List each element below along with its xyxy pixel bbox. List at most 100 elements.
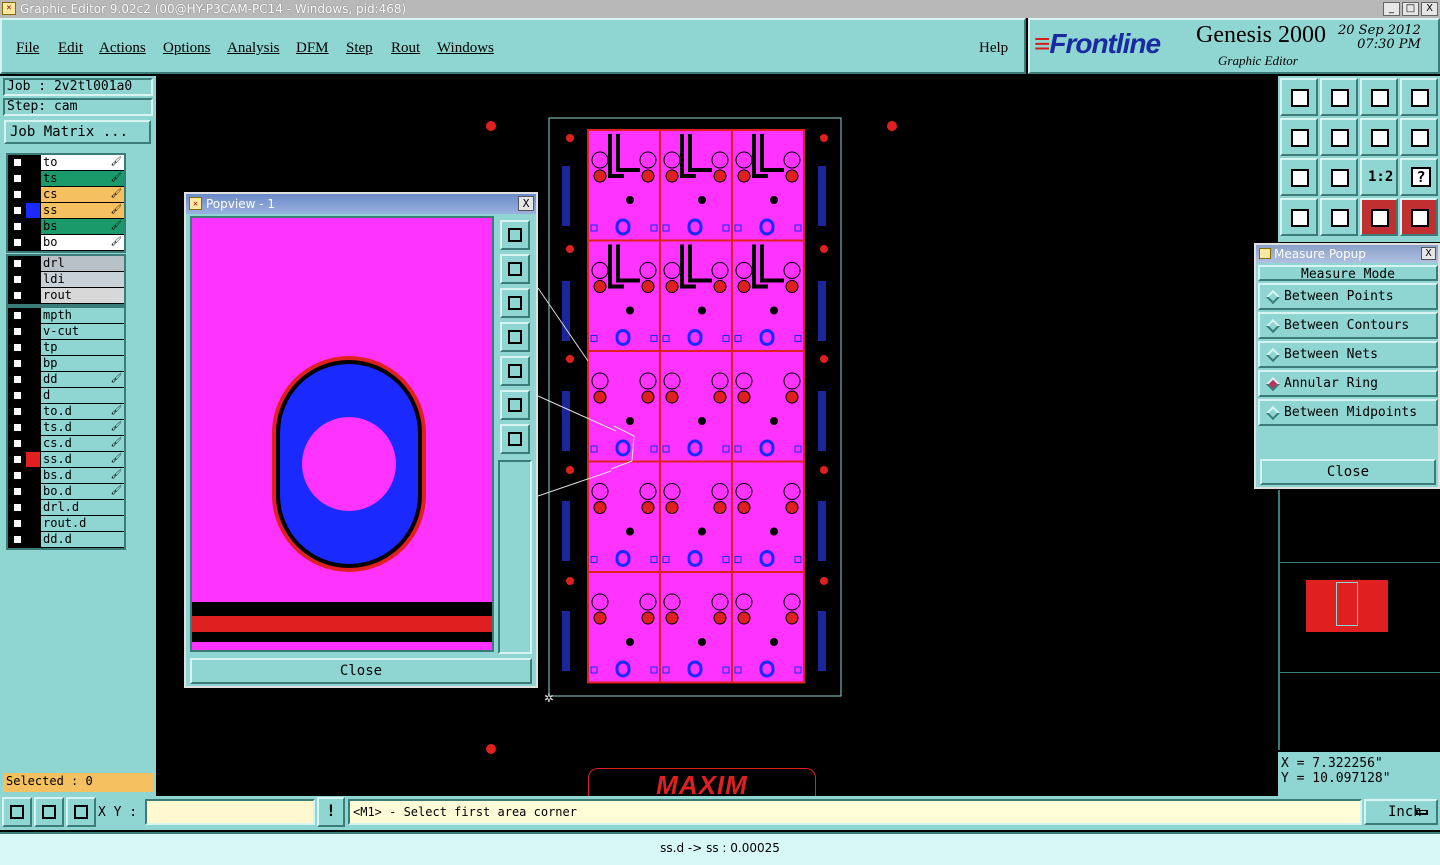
fit-screen-button[interactable] (1280, 158, 1318, 196)
popview-close-x-button[interactable]: X (518, 196, 534, 211)
layer-checkbox[interactable] (12, 189, 23, 200)
layer-row-cs[interactable]: cs 🖌 (8, 187, 124, 203)
layer-checkbox[interactable] (12, 342, 23, 353)
measure-close-button[interactable]: Close (1260, 459, 1436, 485)
layer-checkbox[interactable] (12, 502, 23, 513)
menu-analysis[interactable]: Analysis (227, 40, 280, 57)
alert-button[interactable]: ! (317, 797, 345, 827)
zoom-ratio-button[interactable]: 1:2 (1360, 158, 1398, 196)
layer-checkbox[interactable] (12, 237, 23, 248)
layer-row-bo[interactable]: bo 🖌 (8, 235, 124, 251)
help-button[interactable]: ? (1400, 158, 1438, 196)
snap-toggle-button[interactable] (34, 797, 64, 827)
layer-row-d[interactable]: d (8, 388, 124, 404)
layer-row-dd[interactable]: dd 🖌 (8, 372, 124, 388)
popview-zoom-out-button[interactable] (500, 424, 530, 454)
layer-checkbox[interactable] (12, 534, 23, 545)
snap-mode-button[interactable] (2, 797, 32, 827)
layer-row-ss[interactable]: ss 🖌 (8, 203, 124, 219)
zoom-down-button[interactable] (1320, 78, 1358, 116)
menu-rout[interactable]: Rout (391, 40, 420, 57)
layer-checkbox[interactable] (12, 486, 23, 497)
measure-option-between-midpoints[interactable]: Between Midpoints (1258, 399, 1438, 426)
xy-input[interactable] (145, 799, 315, 825)
layer-checkbox[interactable] (12, 157, 23, 168)
job-matrix-button[interactable]: Job Matrix ... (4, 120, 151, 144)
zoom-center-button[interactable] (1320, 158, 1358, 196)
popview-zoom-window-button[interactable] (500, 220, 530, 250)
layer-row-bs.d[interactable]: bs.d 🖌 (8, 468, 124, 484)
overview-panel[interactable] (1278, 490, 1440, 750)
menu-options[interactable]: Options (163, 40, 211, 57)
layer-checkbox[interactable] (12, 454, 23, 465)
layer-row-bp[interactable]: bp (8, 356, 124, 372)
measure-option-between-nets[interactable]: Between Nets (1258, 341, 1438, 368)
grid-snap-button[interactable] (66, 797, 96, 827)
layer-checkbox[interactable] (12, 390, 23, 401)
close-window-button[interactable]: X (1421, 2, 1438, 16)
layer-row-rout.d[interactable]: rout.d (8, 516, 124, 532)
popview-window[interactable]: Popview - 1 ✕ X Close (184, 192, 538, 688)
layer-row-cs.d[interactable]: cs.d 🖌 (8, 436, 124, 452)
layer-row-drl.d[interactable]: drl.d (8, 500, 124, 516)
layer-row-drl[interactable]: drl (8, 256, 124, 272)
menu-edit[interactable]: Edit (58, 40, 83, 57)
layer-checkbox[interactable] (12, 173, 23, 184)
layer-checkbox[interactable] (12, 358, 23, 369)
layer-row-mpth[interactable]: mpth (8, 308, 124, 324)
layer-checkbox[interactable] (12, 274, 23, 285)
measure-option-annular-ring[interactable]: Annular Ring (1258, 370, 1438, 397)
layer-checkbox[interactable] (12, 374, 23, 385)
popview-pan-left-button[interactable] (500, 322, 530, 352)
layer-row-ss.d[interactable]: ss.d 🖌 (8, 452, 124, 468)
measure-option-between-contours[interactable]: Between Contours (1258, 312, 1438, 339)
home-button[interactable] (1360, 78, 1398, 116)
popview-pan-down-button[interactable] (500, 288, 530, 318)
layer-row-bo.d[interactable]: bo.d 🖌 (8, 484, 124, 500)
measure-popup[interactable]: Measure Popup X Measure Mode Between Poi… (1254, 243, 1440, 489)
layer-checkbox[interactable] (12, 470, 23, 481)
window-split-button[interactable] (1400, 78, 1438, 116)
window-title-bar[interactable]: Graphic Editor 9.02c2 (00@HY-P3CAM-PC14 … (0, 0, 1440, 18)
layer-row-to.d[interactable]: to.d 🖌 (8, 404, 124, 420)
menu-windows[interactable]: Windows (437, 40, 494, 57)
layer-row-ts[interactable]: ts 🖌 (8, 171, 124, 187)
popview-close-button[interactable]: Close (190, 658, 532, 684)
popview-pan-right-button[interactable] (500, 356, 530, 386)
layer-checkbox[interactable] (12, 406, 23, 417)
measure-option-between-points[interactable]: Between Points (1258, 283, 1438, 310)
net-highlight-button[interactable] (1360, 198, 1398, 236)
layer-checkbox[interactable] (12, 205, 23, 216)
menu-help[interactable]: Help (979, 40, 1008, 57)
pan-right-button[interactable] (1320, 118, 1358, 156)
layer-checkbox[interactable] (12, 221, 23, 232)
swap-button[interactable] (1360, 118, 1398, 156)
measure-close-x-button[interactable]: X (1421, 247, 1436, 260)
layer-row-v-cut[interactable]: v-cut (8, 324, 124, 340)
layer-checkbox[interactable] (12, 258, 23, 269)
layer-row-bs[interactable]: bs 🖌 (8, 219, 124, 235)
measure-tool-button[interactable] (1280, 198, 1318, 236)
layer-checkbox[interactable] (12, 310, 23, 321)
layer-row-rout[interactable]: rout (8, 288, 124, 304)
zoom-home-up-button[interactable] (1280, 78, 1318, 116)
layer-row-tp[interactable]: tp (8, 340, 124, 356)
menu-dfm[interactable]: DFM (296, 40, 329, 57)
maximize-button[interactable]: □ (1402, 2, 1419, 16)
popview-pan-up-button[interactable] (500, 254, 530, 284)
unit-select[interactable]: Inch (1364, 799, 1438, 825)
layer-checkbox[interactable] (12, 518, 23, 529)
layer-row-to[interactable]: to 🖌 (8, 155, 124, 171)
menu-file[interactable]: File (16, 40, 39, 57)
net-compare-button[interactable] (1400, 198, 1438, 236)
minimize-button[interactable]: _ (1383, 2, 1400, 16)
layer-row-dd.d[interactable]: dd.d (8, 532, 124, 548)
grid-view-button[interactable] (1320, 198, 1358, 236)
layer-row-ldi[interactable]: ldi (8, 272, 124, 288)
route-button[interactable] (1400, 118, 1438, 156)
menu-actions[interactable]: Actions (99, 40, 146, 57)
popview-canvas[interactable] (190, 216, 494, 652)
layer-checkbox[interactable] (12, 438, 23, 449)
pan-left-button[interactable] (1280, 118, 1318, 156)
layer-checkbox[interactable] (12, 290, 23, 301)
